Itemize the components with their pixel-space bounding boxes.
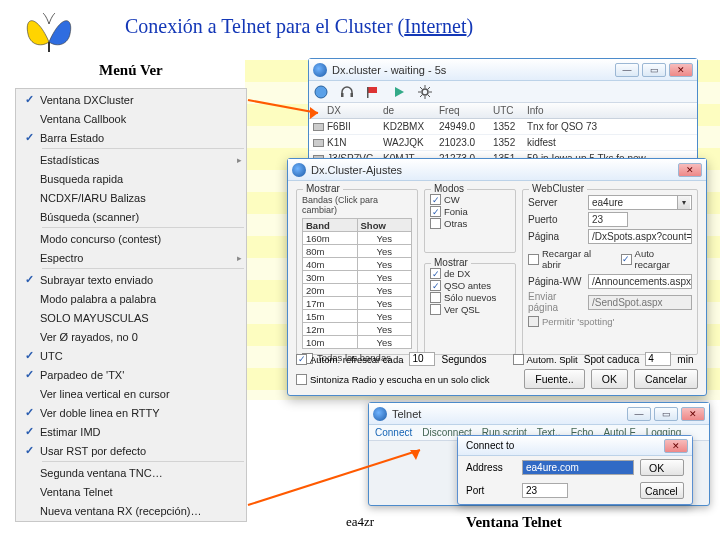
svg-line-8	[248, 450, 420, 505]
svg-marker-9	[410, 450, 420, 460]
svg-marker-7	[310, 107, 318, 119]
svg-line-6	[248, 100, 318, 113]
